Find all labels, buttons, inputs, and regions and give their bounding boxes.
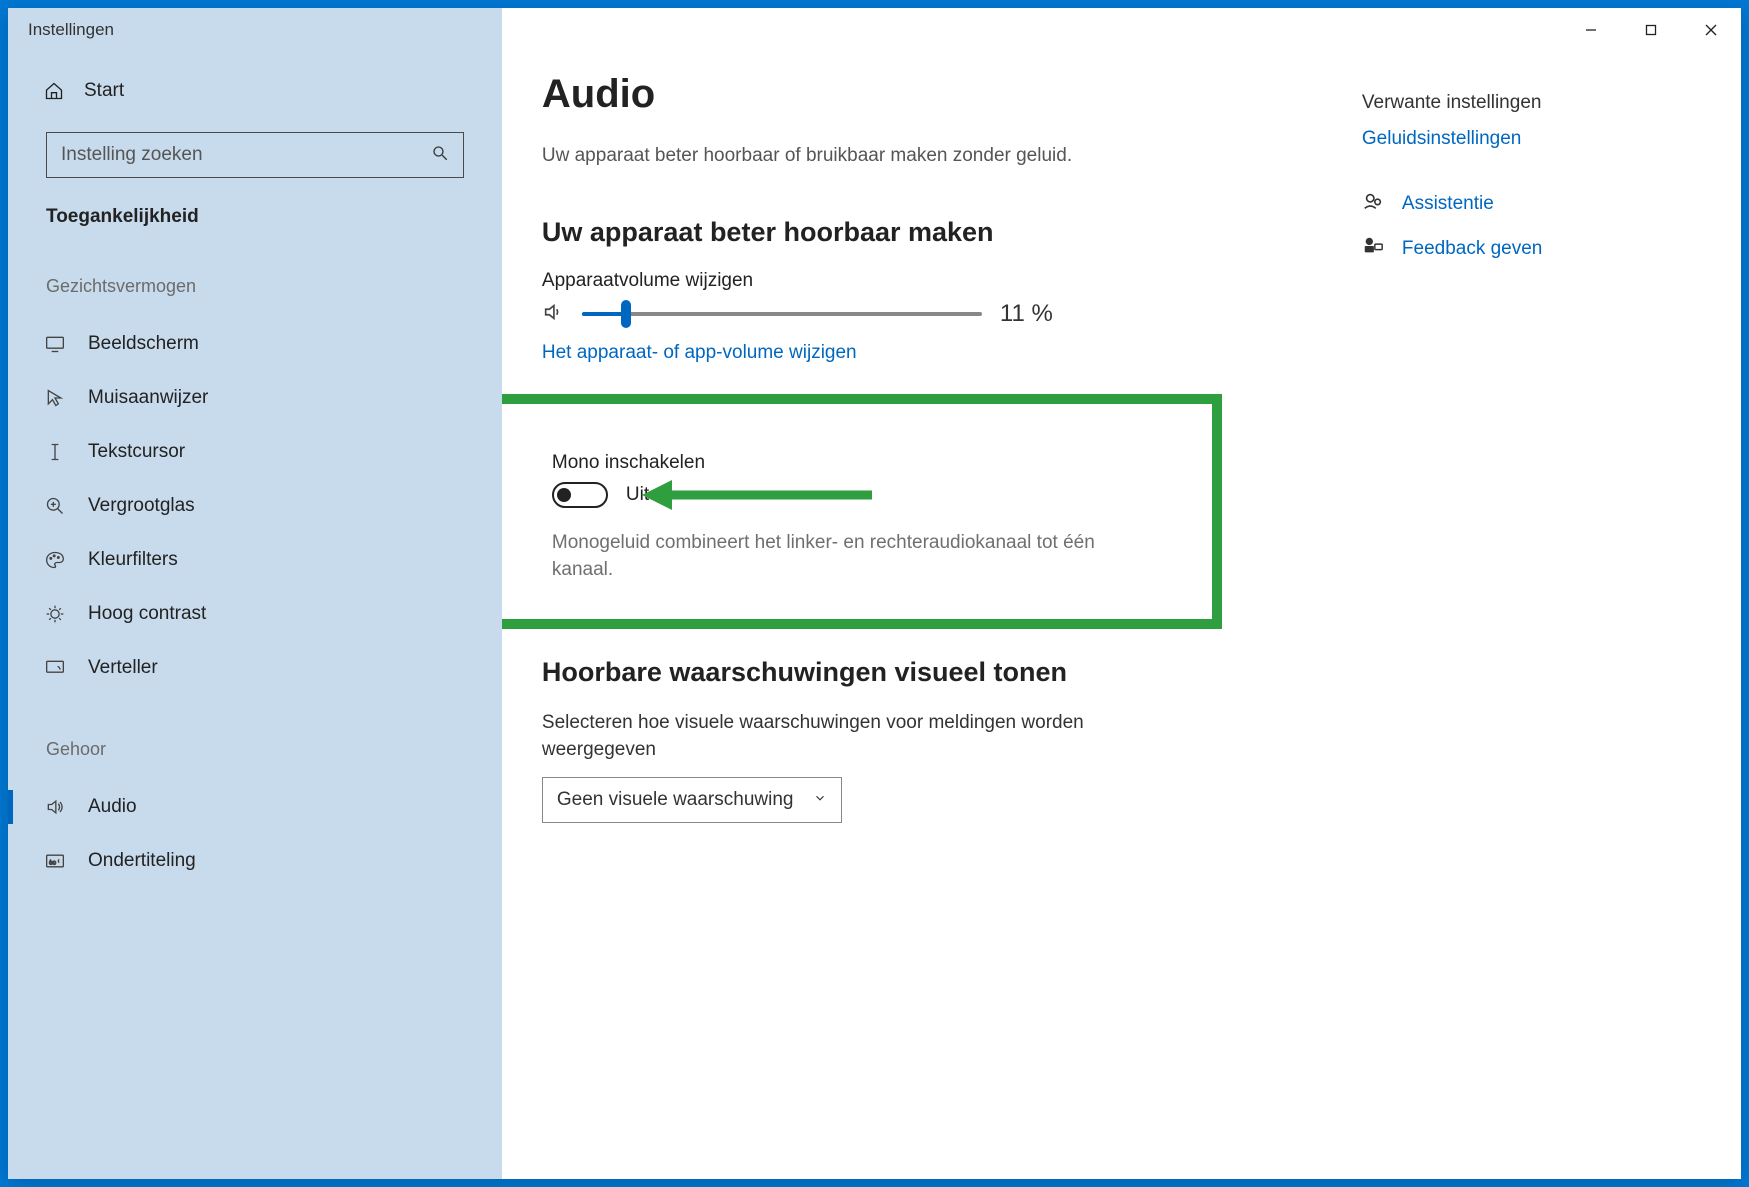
nav-audio[interactable]: Audio: [8, 780, 502, 834]
feedback-icon: [1362, 235, 1384, 262]
nav-label: Audio: [88, 796, 137, 818]
page-subtitle: Uw apparaat beter hoorbaar of bruikbaar …: [542, 145, 1322, 167]
speaker-icon: [542, 301, 564, 328]
window-controls: [1561, 8, 1741, 52]
section-visual: Hoorbare waarschuwingen visueel tonen: [542, 657, 1322, 688]
page-title: Audio: [542, 72, 1322, 117]
cursor-icon: [44, 388, 66, 408]
main-content: Audio Uw apparaat beter hoorbaar of brui…: [502, 52, 1741, 1179]
right-rail: Verwante instellingen Geluidsinstellinge…: [1362, 72, 1543, 1179]
highlight-box: Mono inschakelen Uit Monogeluid combinee…: [502, 394, 1222, 629]
nav-label: Muisaanwijzer: [88, 387, 208, 409]
group-vision: Gezichtsvermogen: [8, 266, 502, 307]
nav-mouse-pointer[interactable]: Muisaanwijzer: [8, 371, 502, 425]
dropdown-value: Geen visuele waarschuwing: [557, 789, 794, 811]
mono-label: Mono inschakelen: [552, 452, 1212, 474]
nav-label: Beeldscherm: [88, 333, 199, 355]
related-settings-heading: Verwante instellingen: [1362, 92, 1543, 114]
settings-window: Instellingen Start: [8, 8, 1741, 1179]
assist-link[interactable]: Assistentie: [1402, 193, 1494, 215]
annotation-arrow-icon: [642, 480, 872, 510]
text-cursor-icon: [44, 442, 66, 462]
svg-text:cc: cc: [49, 859, 56, 866]
search-input[interactable]: [61, 144, 431, 166]
narrator-icon: [44, 659, 66, 677]
mono-toggle[interactable]: [552, 482, 608, 508]
chevron-down-icon: [813, 789, 827, 811]
nav-magnifier[interactable]: Vergrootglas: [8, 479, 502, 533]
display-icon: [44, 335, 66, 353]
nav-label: Hoog contrast: [88, 603, 206, 625]
nav-label: Verteller: [88, 657, 158, 679]
mono-description: Monogeluid combineert het linker- en rec…: [552, 530, 1112, 583]
nav-label: Vergrootglas: [88, 495, 195, 517]
nav-high-contrast[interactable]: Hoog contrast: [8, 587, 502, 641]
home-icon: [44, 81, 66, 101]
assist-icon: [1362, 190, 1384, 217]
home-label: Start: [84, 80, 124, 102]
visual-warning-dropdown[interactable]: Geen visuele waarschuwing: [542, 777, 842, 823]
nav-captions[interactable]: cc Ondertiteling: [8, 834, 502, 888]
captions-icon: cc: [44, 853, 66, 869]
group-hearing: Gehoor: [8, 729, 502, 770]
maximize-button[interactable]: [1621, 8, 1681, 52]
nav-narrator[interactable]: Verteller: [8, 641, 502, 695]
volume-slider[interactable]: [582, 312, 982, 316]
audio-icon: [44, 797, 66, 817]
sound-settings-link[interactable]: Geluidsinstellingen: [1362, 128, 1522, 150]
section-register: Uw apparaat beter hoorbaar maken: [542, 217, 1322, 248]
nav-label: Kleurfilters: [88, 549, 178, 571]
titlebar: Instellingen: [8, 8, 1741, 52]
feedback-link[interactable]: Feedback geven: [1402, 238, 1543, 260]
volume-percent: 11 %: [1000, 300, 1053, 328]
search-box[interactable]: [46, 132, 464, 178]
nav-label: Tekstcursor: [88, 441, 185, 463]
nav-display[interactable]: Beeldscherm: [8, 317, 502, 371]
nav-label: Ondertiteling: [88, 850, 196, 872]
search-icon: [431, 144, 449, 167]
nav-text-cursor[interactable]: Tekstcursor: [8, 425, 502, 479]
window-title: Instellingen: [28, 20, 114, 40]
volume-label: Apparaatvolume wijzigen: [542, 270, 1322, 292]
nav-color-filters[interactable]: Kleurfilters: [8, 533, 502, 587]
contrast-icon: [44, 604, 66, 624]
palette-icon: [44, 550, 66, 570]
volume-link[interactable]: Het apparaat- of app-volume wijzigen: [542, 342, 857, 364]
minimize-button[interactable]: [1561, 8, 1621, 52]
magnifier-icon: [44, 496, 66, 516]
home-button[interactable]: Start: [8, 70, 502, 112]
visual-description: Selecteren hoe visuele waarschuwingen vo…: [542, 710, 1122, 763]
sidebar: Start Toegankelijkheid Gezichtsvermogen …: [8, 52, 502, 1179]
category-label: Toegankelijkheid: [8, 202, 502, 232]
close-button[interactable]: [1681, 8, 1741, 52]
